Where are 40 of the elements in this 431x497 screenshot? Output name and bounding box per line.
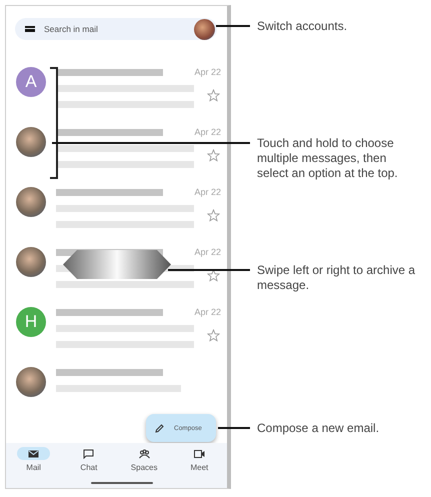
- star-icon[interactable]: [207, 269, 220, 282]
- tab-label: Chat: [80, 463, 98, 472]
- star-icon[interactable]: [207, 329, 220, 342]
- video-camera-icon: [194, 448, 205, 458]
- home-indicator: [91, 482, 153, 484]
- message-date: Apr 22: [194, 127, 221, 137]
- nav-tab[interactable]: Chat: [61, 447, 116, 488]
- letter-avatar: H: [16, 307, 46, 337]
- mail-icon: [28, 448, 40, 458]
- nav-tab[interactable]: Mail: [6, 447, 62, 488]
- menu-icon[interactable]: [25, 26, 35, 32]
- nav-tab[interactable]: Spaces: [116, 447, 172, 488]
- avatar-photo: [16, 127, 46, 157]
- callout-text: Switch accounts.: [257, 19, 348, 34]
- letter-avatar: A: [16, 67, 46, 97]
- star-icon[interactable]: [207, 209, 220, 222]
- avatar-photo: [16, 247, 46, 277]
- tab-label: Spaces: [130, 463, 158, 472]
- callout-text: Compose a new email.: [257, 421, 380, 436]
- tab-label: Mail: [26, 463, 41, 472]
- avatar-photo: [16, 187, 46, 217]
- message-row[interactable]: A Apr 22: [6, 67, 227, 108]
- callout-text: Swipe left or right to archive a message.: [257, 263, 416, 293]
- leader-line: [216, 25, 250, 27]
- leader-line: [218, 427, 250, 429]
- star-icon[interactable]: [207, 89, 220, 102]
- message-date: Apr 22: [194, 67, 221, 77]
- message-date: Apr 22: [194, 187, 221, 197]
- nav-tab[interactable]: Meet: [172, 447, 227, 488]
- star-icon[interactable]: [207, 149, 220, 162]
- chat-icon: [83, 448, 94, 458]
- tab-label: Meet: [190, 463, 208, 472]
- people-icon: [138, 448, 150, 458]
- search-field[interactable]: Search in mail: [15, 18, 217, 40]
- pencil-icon: [155, 424, 164, 432]
- message-date: Apr 22: [194, 247, 221, 257]
- avatar-photo: [16, 367, 46, 397]
- callout-text: Touch and hold to choose multiple messages, then select an option at the top.: [257, 136, 399, 181]
- message-date: Apr 22: [194, 307, 221, 317]
- account-avatar[interactable]: [194, 18, 215, 40]
